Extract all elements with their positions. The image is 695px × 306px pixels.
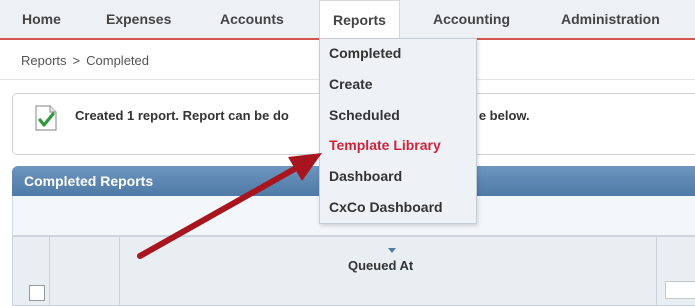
column-header-queued-at[interactable]: Queued At — [348, 258, 413, 273]
grid-header-row: Queued At — [12, 236, 695, 306]
menu-item-scheduled[interactable]: Scheduled — [329, 107, 400, 123]
nav-accounts[interactable]: Accounts — [220, 0, 284, 38]
column-filter-input[interactable] — [665, 281, 695, 299]
breadcrumb-current: Completed — [86, 53, 149, 68]
column-divider — [49, 237, 50, 305]
panel-title: Completed Reports — [24, 173, 154, 189]
menu-item-dashboard[interactable]: Dashboard — [329, 168, 402, 184]
select-all-checkbox[interactable] — [29, 285, 45, 301]
top-navigation: Home Expenses Accounts Reports Accountin… — [0, 0, 695, 40]
nav-administration[interactable]: Administration — [561, 0, 660, 38]
message-text-end: e below. — [478, 108, 530, 123]
nav-home[interactable]: Home — [22, 0, 61, 38]
column-divider — [119, 237, 120, 305]
nav-accounting[interactable]: Accounting — [433, 0, 510, 38]
breadcrumb-reports-link[interactable]: Reports — [21, 53, 67, 68]
message-text-start: Created 1 report. Report can be do — [75, 108, 289, 123]
column-divider — [656, 237, 657, 305]
breadcrumb-separator: > — [72, 53, 81, 68]
nav-reports[interactable]: Reports — [319, 0, 400, 40]
sort-descending-icon[interactable] — [388, 248, 396, 253]
document-check-icon — [35, 105, 57, 131]
menu-item-create[interactable]: Create — [329, 76, 373, 92]
nav-expenses[interactable]: Expenses — [106, 0, 171, 38]
menu-item-completed[interactable]: Completed — [329, 45, 401, 61]
menu-item-template-library[interactable]: Template Library — [329, 137, 441, 153]
menu-item-cxco-dashboard[interactable]: CxCo Dashboard — [329, 199, 443, 215]
reports-dropdown-menu: Completed Create Scheduled Template Libr… — [319, 38, 477, 224]
